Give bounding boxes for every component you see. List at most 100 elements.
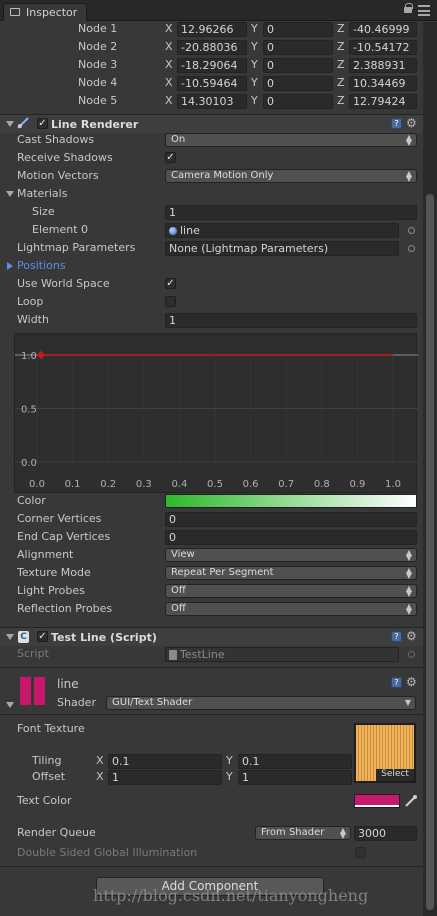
loop-label: Loop (17, 295, 44, 308)
node-y-field[interactable]: 0 (263, 22, 333, 37)
render-queue-dropdown[interactable]: From Shader ▲ ▼ (255, 826, 351, 840)
text-color-label: Text Color (17, 794, 72, 807)
node-x-field[interactable]: 12.96266 (177, 22, 247, 37)
offset-y-field[interactable]: 1 (238, 770, 352, 785)
use-world-space-label: Use World Space (17, 277, 110, 290)
color-gradient-field[interactable] (165, 494, 417, 508)
use-world-space-checkbox[interactable]: ✓ (165, 278, 176, 289)
divider (0, 714, 423, 715)
node-z-field[interactable]: 2.388931 (349, 58, 417, 73)
tab-inspector[interactable]: Inspector (3, 3, 87, 21)
tiling-x-field[interactable]: 0.1 (108, 754, 222, 769)
gear-icon[interactable]: ⚙ (406, 630, 417, 642)
node-label: Node 4 (78, 76, 118, 89)
tiling-x-axis-label: X (96, 754, 104, 767)
gear-icon[interactable]: ⚙ (406, 117, 417, 129)
help-icon[interactable]: ? (391, 677, 402, 688)
lock-icon[interactable] (404, 3, 413, 13)
chevron-updown-icon: ▲ ▼ (405, 566, 412, 580)
double-sided-gi-checkbox (355, 847, 366, 858)
node-y-field[interactable]: 0 (263, 58, 333, 73)
node-x-field[interactable]: -20.88036 (177, 40, 247, 55)
node-z-field[interactable]: 10.34469 (349, 76, 417, 91)
chevron-updown-icon: ▲ ▼ (405, 169, 412, 183)
x-tick-label: 0.5 (207, 479, 223, 490)
y-tick-label: 1.0 (21, 351, 37, 362)
scrollbar-thumb[interactable] (426, 194, 434, 910)
text-color-field[interactable] (354, 794, 400, 808)
offset-y-axis-label: Y (226, 770, 233, 783)
tiling-y-axis-label: Y (226, 754, 233, 767)
x-axis-label: X (165, 76, 173, 89)
chevron-updown-icon: ▲ ▼ (405, 584, 412, 598)
materials-size-field[interactable]: 1 (165, 205, 417, 220)
font-texture-slot[interactable]: Select (354, 723, 416, 783)
offset-x-field[interactable]: 1 (108, 770, 222, 785)
alignment-dropdown[interactable]: View ▲ ▼ (165, 548, 417, 562)
help-icon[interactable]: ? (391, 118, 402, 129)
z-axis-label: Z (337, 58, 345, 71)
watermark: http://blog.csdn.net/tianyongheng (93, 886, 369, 905)
object-picker-icon[interactable] (408, 227, 415, 234)
width-label: Width (17, 313, 49, 326)
collapse-triangle-icon[interactable] (6, 702, 14, 708)
script-icon: C (18, 631, 29, 643)
menu-icon[interactable] (418, 5, 430, 16)
loop-checkbox[interactable] (165, 296, 176, 307)
cast-shadows-dropdown[interactable]: On ▲ ▼ (165, 133, 417, 147)
y-tick-label: 0.5 (21, 405, 37, 416)
curve-plot[interactable]: 0.0 0.1 0.2 0.3 0.4 0.5 0.6 0.7 0.8 0.9 1.0 1.0 0.5 0… (15, 334, 418, 494)
light-probes-dropdown[interactable]: Off ▲ ▼ (165, 584, 417, 598)
node-y-field[interactable]: 0 (263, 40, 333, 55)
script-field: TestLine (165, 647, 399, 662)
cast-shadows-label: Cast Shadows (17, 133, 95, 146)
script-file-icon (169, 650, 177, 660)
element-0-field[interactable]: line (165, 223, 399, 238)
node-x-field[interactable]: 14.30103 (177, 94, 247, 109)
node-x-field[interactable]: -10.59464 (177, 76, 247, 91)
color-label: Color (17, 494, 46, 507)
script-label: Script (17, 647, 49, 660)
help-icon[interactable]: ? (391, 631, 402, 642)
node-z-field[interactable]: -40.46999 (349, 22, 417, 37)
dropdown-value: GUI/Text Shader (112, 697, 193, 708)
render-queue-label: Render Queue (17, 826, 96, 839)
texture-mode-dropdown[interactable]: Repeat Per Segment ▲ ▼ (165, 566, 417, 580)
z-axis-label: Z (337, 76, 345, 89)
materials-foldout-icon[interactable] (6, 191, 14, 197)
render-queue-field[interactable]: 3000 (354, 826, 417, 841)
eyedropper-icon[interactable] (404, 794, 418, 808)
x-tick-label: 1.0 (385, 479, 401, 490)
motion-vectors-dropdown[interactable]: Camera Motion Only ▲ ▼ (165, 169, 417, 183)
test-line-enabled-checkbox[interactable]: ✓ (37, 631, 48, 642)
width-curve-editor[interactable]: 0.0 0.1 0.2 0.3 0.4 0.5 0.6 0.7 0.8 0.9 1.0 1.0 0.5 0… (14, 333, 418, 494)
line-renderer-header[interactable]: ✓ Line Renderer ? ⚙ (0, 114, 423, 133)
positions-label[interactable]: Positions (17, 259, 66, 272)
collapse-triangle-icon[interactable] (6, 121, 14, 127)
node-x-field[interactable]: -18.29064 (177, 58, 247, 73)
width-field[interactable]: 1 (165, 313, 417, 328)
x-tick-label: 0.1 (65, 479, 81, 490)
node-z-field[interactable]: 12.79424 (349, 94, 417, 109)
reflection-probes-dropdown[interactable]: Off ▲ ▼ (165, 602, 417, 616)
gear-icon[interactable]: ⚙ (406, 676, 417, 688)
node-y-field[interactable]: 0 (263, 76, 333, 91)
shader-dropdown[interactable]: GUI/Text Shader ▼ (106, 696, 416, 710)
test-line-header[interactable]: C ✓ Test Line (Script) ? ⚙ (0, 627, 423, 646)
line-renderer-enabled-checkbox[interactable]: ✓ (37, 118, 48, 129)
node-z-field[interactable]: -10.54172 (349, 40, 417, 55)
texture-select-button[interactable]: Select (376, 769, 414, 781)
collapse-triangle-icon[interactable] (6, 634, 14, 640)
end-cap-vertices-field[interactable]: 0 (165, 530, 417, 545)
lightmap-parameters-label: Lightmap Parameters (17, 241, 136, 254)
tiling-y-field[interactable]: 0.1 (238, 754, 352, 769)
y-axis-label: Y (251, 58, 258, 71)
inspector-icon (10, 8, 20, 16)
node-y-field[interactable]: 0 (263, 94, 333, 109)
receive-shadows-checkbox[interactable]: ✓ (165, 152, 176, 163)
corner-vertices-field[interactable]: 0 (165, 512, 417, 527)
material-sphere-icon (169, 227, 177, 235)
lightmap-parameters-field[interactable]: None (Lightmap Parameters) (165, 241, 399, 256)
object-picker-icon[interactable] (408, 245, 415, 252)
positions-foldout-icon[interactable] (7, 262, 13, 270)
